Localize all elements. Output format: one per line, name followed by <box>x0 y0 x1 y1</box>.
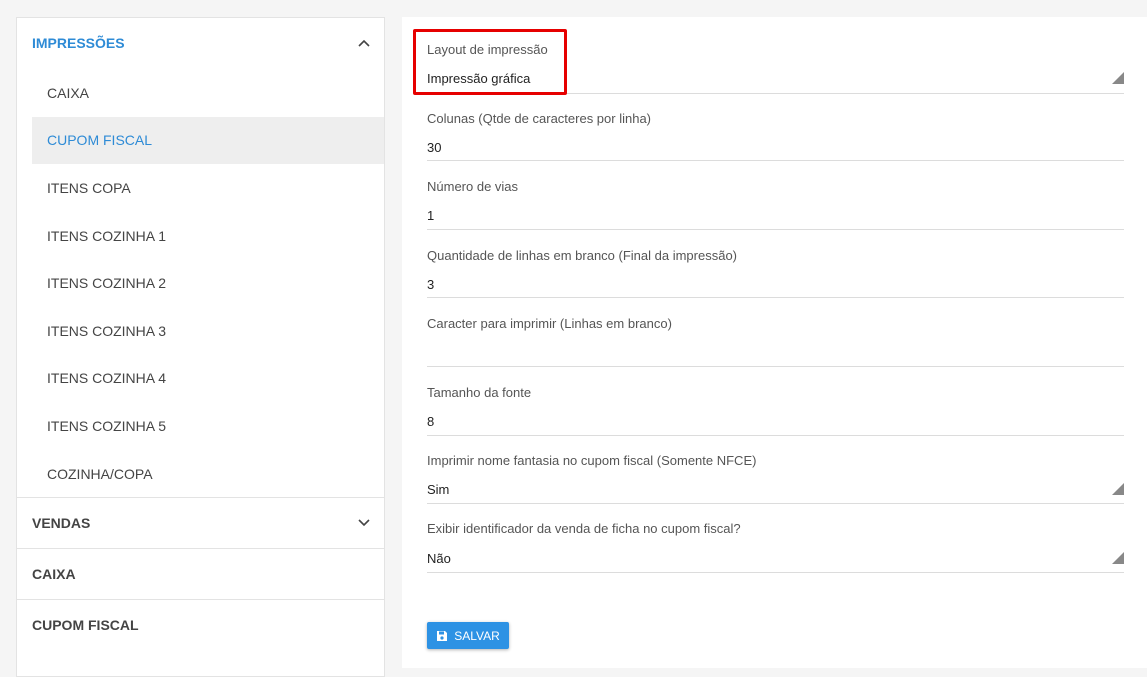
floppy-disk-icon <box>437 630 448 641</box>
layout-impressao-select[interactable]: Layout de impressão Impressão gráfica <box>427 42 1124 94</box>
section-impressoes[interactable]: IMPRESSÕES <box>17 18 384 68</box>
sub-item-caixa[interactable]: CAIXA <box>32 69 384 117</box>
sub-item-cupom-fiscal[interactable]: CUPOM FISCAL <box>32 116 384 165</box>
nome-fantasia-value: Sim <box>427 482 450 497</box>
save-button-label: SALVAR <box>454 628 500 643</box>
sub-item-cozinha-copa[interactable]: COZINHA/COPA <box>32 450 384 498</box>
caracter-imprimir-label: Caracter para imprimir (Linhas em branco… <box>427 316 672 331</box>
nome-fantasia-select[interactable]: Imprimir nome fantasia no cupom fiscal (… <box>427 453 1124 504</box>
impressoes-submenu: CAIXA CUPOM FISCAL ITENS COPA ITENS COZI… <box>17 69 384 497</box>
section-cupom-fiscal-label: CUPOM FISCAL <box>32 617 139 634</box>
section-caixa[interactable]: CAIXA <box>17 548 384 599</box>
tamanho-fonte-value: 8 <box>427 414 435 429</box>
identificador-venda-value: Não <box>427 551 451 566</box>
colunas-field[interactable]: Colunas (Qtde de caracteres por linha) 3… <box>427 111 1124 161</box>
save-button[interactable]: SALVAR <box>427 622 509 649</box>
layout-impressao-label: Layout de impressão <box>427 42 548 57</box>
sub-item-itens-copa[interactable]: ITENS COPA <box>32 164 384 212</box>
sub-item-itens-cozinha-3[interactable]: ITENS COZINHA 3 <box>32 307 384 355</box>
select-arrow-icon <box>1112 483 1124 495</box>
sub-item-itens-cozinha-5[interactable]: ITENS COZINHA 5 <box>32 402 384 450</box>
select-arrow-icon <box>1112 72 1124 84</box>
sub-item-itens-cozinha-4[interactable]: ITENS COZINHA 4 <box>32 355 384 403</box>
numero-vias-label: Número de vias <box>427 179 519 194</box>
section-caixa-label: CAIXA <box>32 566 76 583</box>
select-arrow-icon <box>1112 552 1124 564</box>
caracter-imprimir-field[interactable]: Caracter para imprimir (Linhas em branco… <box>427 316 1124 367</box>
chevron-up-icon <box>358 39 370 47</box>
section-vendas-label: VENDAS <box>32 515 91 532</box>
section-cupom-fiscal[interactable]: CUPOM FISCAL <box>17 599 384 650</box>
chevron-down-icon <box>358 519 370 527</box>
numero-vias-field[interactable]: Número de vias 1 <box>427 179 1124 230</box>
nome-fantasia-label: Imprimir nome fantasia no cupom fiscal (… <box>427 453 757 468</box>
numero-vias-value: 1 <box>427 208 435 223</box>
sub-item-itens-cozinha-1[interactable]: ITENS COZINHA 1 <box>32 212 384 260</box>
tamanho-fonte-field[interactable]: Tamanho da fonte 8 <box>427 385 1124 436</box>
identificador-venda-label: Exibir identificador da venda de ficha n… <box>427 521 741 536</box>
linhas-branco-label: Quantidade de linhas em branco (Final da… <box>427 248 738 263</box>
section-impressoes-label: IMPRESSÕES <box>32 35 125 51</box>
linhas-branco-field[interactable]: Quantidade de linhas em branco (Final da… <box>427 248 1124 298</box>
sub-item-itens-cozinha-2[interactable]: ITENS COZINHA 2 <box>32 259 384 307</box>
linhas-branco-value: 3 <box>427 277 435 292</box>
layout-impressao-value: Impressão gráfica <box>427 71 531 86</box>
colunas-label: Colunas (Qtde de caracteres por linha) <box>427 111 652 126</box>
form-panel: Layout de impressão Impressão gráfica Co… <box>402 17 1147 668</box>
section-vendas[interactable]: VENDAS <box>17 497 384 548</box>
colunas-value: 30 <box>427 140 442 155</box>
identificador-venda-select[interactable]: Exibir identificador da venda de ficha n… <box>427 521 1124 573</box>
settings-sidebar: IMPRESSÕES CAIXA CUPOM FISCAL ITENS COPA… <box>16 17 385 677</box>
tamanho-fonte-label: Tamanho da fonte <box>427 385 532 400</box>
